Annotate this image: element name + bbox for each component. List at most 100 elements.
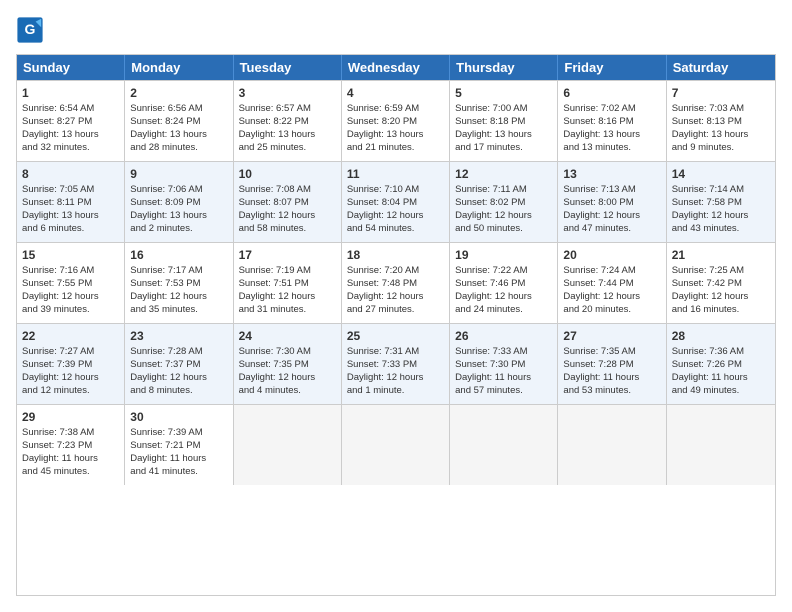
day-number: 30 [130, 409, 227, 425]
empty-cell [342, 405, 450, 485]
calendar-row: 15 Sunrise: 7:16 AM Sunset: 7:55 PM Dayli… [17, 242, 775, 323]
day-info: Sunrise: 7:24 AM Sunset: 7:44 PM Dayligh… [563, 265, 640, 314]
day-cell-13: 13 Sunrise: 7:13 AM Sunset: 8:00 PM Dayli… [558, 162, 666, 242]
day-info: Sunrise: 7:27 AM Sunset: 7:39 PM Dayligh… [22, 346, 99, 395]
day-number: 21 [672, 247, 770, 263]
calendar-row: 1 Sunrise: 6:54 AM Sunset: 8:27 PM Daylig… [17, 80, 775, 161]
calendar-row: 8 Sunrise: 7:05 AM Sunset: 8:11 PM Daylig… [17, 161, 775, 242]
calendar-body: 1 Sunrise: 6:54 AM Sunset: 8:27 PM Daylig… [17, 80, 775, 485]
day-number: 28 [672, 328, 770, 344]
day-cell-24: 24Sunrise: 7:30 AM Sunset: 7:35 PM Dayli… [234, 324, 342, 404]
day-cell-5: 5 Sunrise: 7:00 AM Sunset: 8:18 PM Daylig… [450, 81, 558, 161]
day-cell-30: 30 Sunrise: 7:39 AM Sunset: 7:21 PM Dayli… [125, 405, 233, 485]
day-info: Sunrise: 7:00 AM Sunset: 8:18 PM Dayligh… [455, 103, 532, 152]
day-cell-17: 17 Sunrise: 7:19 AM Sunset: 7:51 PM Dayli… [234, 243, 342, 323]
header-day-friday: Friday [558, 55, 666, 80]
day-number: 26 [455, 328, 552, 344]
day-number: 11 [347, 166, 444, 182]
logo-icon: G [16, 16, 44, 44]
day-info: Sunrise: 7:36 AM Sunset: 7:26 PM Dayligh… [672, 346, 748, 395]
day-info: Sunrise: 6:54 AM Sunset: 8:27 PM Dayligh… [22, 103, 99, 152]
day-number: 29 [22, 409, 119, 425]
day-number: 1 [22, 85, 119, 101]
header-day-monday: Monday [125, 55, 233, 80]
day-info: Sunrise: 6:56 AM Sunset: 8:24 PM Dayligh… [130, 103, 207, 152]
day-cell-16: 16Sunrise: 7:17 AM Sunset: 7:53 PM Dayli… [125, 243, 233, 323]
day-info: Sunrise: 6:57 AM Sunset: 8:22 PM Dayligh… [239, 103, 316, 152]
day-info: Sunrise: 7:33 AM Sunset: 7:30 PM Dayligh… [455, 346, 531, 395]
calendar-header: SundayMondayTuesdayWednesdayThursdayFrid… [17, 55, 775, 80]
day-cell-8: 8 Sunrise: 7:05 AM Sunset: 8:11 PM Daylig… [17, 162, 125, 242]
day-cell-3: 3 Sunrise: 6:57 AM Sunset: 8:22 PM Daylig… [234, 81, 342, 161]
day-number: 17 [239, 247, 336, 263]
header-day-wednesday: Wednesday [342, 55, 450, 80]
day-number: 18 [347, 247, 444, 263]
day-number: 5 [455, 85, 552, 101]
day-info: Sunrise: 7:25 AM Sunset: 7:42 PM Dayligh… [672, 265, 749, 314]
header-day-thursday: Thursday [450, 55, 558, 80]
day-info: Sunrise: 7:14 AM Sunset: 7:58 PM Dayligh… [672, 184, 749, 233]
day-info: Sunrise: 7:38 AM Sunset: 7:23 PM Dayligh… [22, 427, 98, 476]
day-number: 23 [130, 328, 227, 344]
header-day-tuesday: Tuesday [234, 55, 342, 80]
day-number: 25 [347, 328, 444, 344]
day-info: Sunrise: 7:20 AM Sunset: 7:48 PM Dayligh… [347, 265, 424, 314]
day-info: Sunrise: 7:31 AM Sunset: 7:33 PM Dayligh… [347, 346, 424, 395]
header-day-saturday: Saturday [667, 55, 775, 80]
day-info: Sunrise: 7:19 AM Sunset: 7:51 PM Dayligh… [239, 265, 316, 314]
day-number: 19 [455, 247, 552, 263]
day-number: 2 [130, 85, 227, 101]
day-number: 12 [455, 166, 552, 182]
day-number: 8 [22, 166, 119, 182]
day-number: 4 [347, 85, 444, 101]
day-info: Sunrise: 7:06 AM Sunset: 8:09 PM Dayligh… [130, 184, 207, 233]
day-info: Sunrise: 7:13 AM Sunset: 8:00 PM Dayligh… [563, 184, 640, 233]
day-info: Sunrise: 7:08 AM Sunset: 8:07 PM Dayligh… [239, 184, 316, 233]
day-info: Sunrise: 6:59 AM Sunset: 8:20 PM Dayligh… [347, 103, 424, 152]
logo: G [16, 16, 48, 44]
day-number: 15 [22, 247, 119, 263]
day-cell-14: 14 Sunrise: 7:14 AM Sunset: 7:58 PM Dayli… [667, 162, 775, 242]
day-cell-27: 27Sunrise: 7:35 AM Sunset: 7:28 PM Dayli… [558, 324, 666, 404]
day-info: Sunrise: 7:39 AM Sunset: 7:21 PM Dayligh… [130, 427, 206, 476]
day-info: Sunrise: 7:16 AM Sunset: 7:55 PM Dayligh… [22, 265, 99, 314]
empty-cell [450, 405, 558, 485]
empty-cell [667, 405, 775, 485]
day-cell-10: 10Sunrise: 7:08 AM Sunset: 8:07 PM Dayli… [234, 162, 342, 242]
day-cell-7: 7 Sunrise: 7:03 AM Sunset: 8:13 PM Daylig… [667, 81, 775, 161]
day-number: 13 [563, 166, 660, 182]
page-container: G SundayMondayTuesdayWednesdayThursdayFr… [0, 0, 792, 612]
day-info: Sunrise: 7:28 AM Sunset: 7:37 PM Dayligh… [130, 346, 207, 395]
day-cell-6: 6Sunrise: 7:02 AM Sunset: 8:16 PM Daylig… [558, 81, 666, 161]
day-cell-19: 19 Sunrise: 7:22 AM Sunset: 7:46 PM Dayli… [450, 243, 558, 323]
day-number: 7 [672, 85, 770, 101]
day-info: Sunrise: 7:03 AM Sunset: 8:13 PM Dayligh… [672, 103, 749, 152]
day-info: Sunrise: 7:22 AM Sunset: 7:46 PM Dayligh… [455, 265, 532, 314]
day-number: 3 [239, 85, 336, 101]
day-cell-25: 25 Sunrise: 7:31 AM Sunset: 7:33 PM Dayli… [342, 324, 450, 404]
day-info: Sunrise: 7:02 AM Sunset: 8:16 PM Dayligh… [563, 103, 640, 152]
day-cell-20: 20Sunrise: 7:24 AM Sunset: 7:44 PM Dayli… [558, 243, 666, 323]
calendar: SundayMondayTuesdayWednesdayThursdayFrid… [16, 54, 776, 596]
day-info: Sunrise: 7:05 AM Sunset: 8:11 PM Dayligh… [22, 184, 99, 233]
day-cell-18: 18 Sunrise: 7:20 AM Sunset: 7:48 PM Dayli… [342, 243, 450, 323]
day-info: Sunrise: 7:11 AM Sunset: 8:02 PM Dayligh… [455, 184, 532, 233]
day-number: 27 [563, 328, 660, 344]
day-cell-11: 11Sunrise: 7:10 AM Sunset: 8:04 PM Dayli… [342, 162, 450, 242]
day-cell-2: 2 Sunrise: 6:56 AM Sunset: 8:24 PM Daylig… [125, 81, 233, 161]
day-cell-23: 23 Sunrise: 7:28 AM Sunset: 7:37 PM Dayli… [125, 324, 233, 404]
day-cell-28: 28 Sunrise: 7:36 AM Sunset: 7:26 PM Dayli… [667, 324, 775, 404]
day-cell-1: 1 Sunrise: 6:54 AM Sunset: 8:27 PM Daylig… [17, 81, 125, 161]
day-cell-4: 4 Sunrise: 6:59 AM Sunset: 8:20 PM Daylig… [342, 81, 450, 161]
day-cell-15: 15 Sunrise: 7:16 AM Sunset: 7:55 PM Dayli… [17, 243, 125, 323]
day-cell-12: 12 Sunrise: 7:11 AM Sunset: 8:02 PM Dayli… [450, 162, 558, 242]
day-info: Sunrise: 7:30 AM Sunset: 7:35 PM Dayligh… [239, 346, 316, 395]
day-cell-26: 26 Sunrise: 7:33 AM Sunset: 7:30 PM Dayli… [450, 324, 558, 404]
header-day-sunday: Sunday [17, 55, 125, 80]
calendar-row: 22 Sunrise: 7:27 AM Sunset: 7:39 PM Dayli… [17, 323, 775, 404]
day-number: 22 [22, 328, 119, 344]
day-number: 14 [672, 166, 770, 182]
day-cell-21: 21 Sunrise: 7:25 AM Sunset: 7:42 PM Dayli… [667, 243, 775, 323]
header: G [16, 16, 776, 44]
empty-cell [234, 405, 342, 485]
